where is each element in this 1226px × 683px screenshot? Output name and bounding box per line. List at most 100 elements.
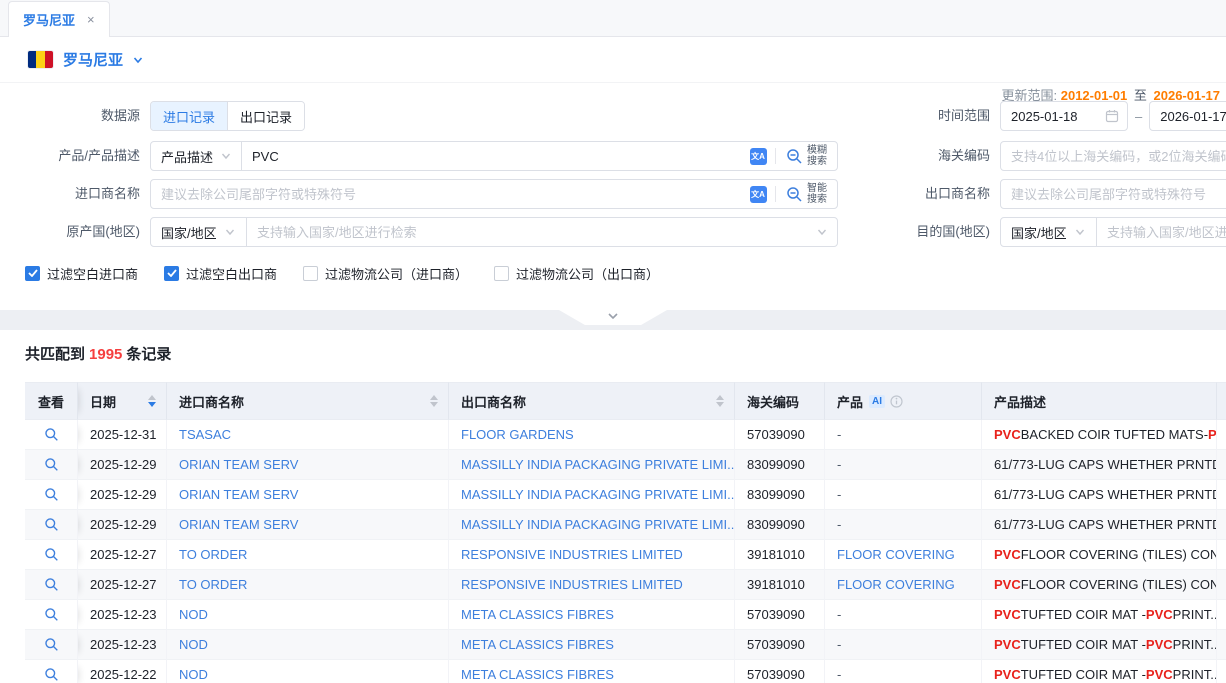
ai-badge: AI — [869, 395, 885, 408]
results-summary: 共匹配到1995条记录 — [25, 343, 1201, 364]
search-icon — [44, 547, 59, 562]
importer-link[interactable]: TSASAC — [167, 420, 449, 450]
row-stub — [1217, 630, 1226, 660]
smart-search-button[interactable]: 智能搜索 — [780, 183, 837, 205]
table-row: 2025-12-29 ORIAN TEAM SERV MASSILLY INDI… — [25, 450, 1226, 480]
tab-romania[interactable]: 罗马尼亚 × — [8, 1, 110, 37]
row-stub — [1217, 540, 1226, 570]
chevron-down-icon[interactable] — [133, 55, 143, 65]
exporter-link[interactable]: RESPONSIVE INDUSTRIES LIMITED — [449, 570, 735, 600]
row-product: - — [825, 450, 982, 480]
tab-bar: 罗马尼亚 × — [0, 0, 1226, 37]
exporter-link[interactable]: MASSILLY INDIA PACKAGING PRIVATE LIMI... — [449, 450, 735, 480]
data-source-export-button[interactable]: 出口记录 — [227, 102, 304, 130]
checkbox-icon — [25, 266, 40, 281]
row-date: 2025-12-22 — [78, 660, 167, 683]
view-details-button[interactable] — [25, 420, 78, 450]
column-header-hs-code: 海关编码 — [735, 382, 825, 420]
destination-country-input[interactable] — [1097, 218, 1226, 246]
results-section: 共匹配到1995条记录 查看 日期 进口商名称 出口商名称 — [0, 330, 1226, 683]
filter-checkbox[interactable]: 过滤空白进口商 — [25, 264, 138, 283]
exporter-link[interactable]: META CLASSICS FIBRES — [449, 660, 735, 683]
view-details-button[interactable] — [25, 450, 78, 480]
checkbox-icon — [164, 266, 179, 281]
fuzzy-search-button[interactable]: 模糊搜索 — [780, 145, 837, 167]
translate-icon[interactable]: 文A — [745, 186, 771, 203]
row-product[interactable]: FLOOR COVERING — [825, 540, 982, 570]
view-details-button[interactable] — [25, 540, 78, 570]
view-details-button[interactable] — [25, 660, 78, 683]
filter-checkbox[interactable]: 过滤空白出口商 — [164, 264, 277, 283]
product-search-input[interactable] — [242, 142, 745, 170]
exporter-link[interactable]: MASSILLY INDIA PACKAGING PRIVATE LIMI... — [449, 510, 735, 540]
checkbox-icon — [303, 266, 318, 281]
info-icon[interactable] — [890, 395, 903, 408]
column-header-exporter[interactable]: 出口商名称 — [449, 382, 735, 420]
calendar-icon[interactable] — [1105, 109, 1127, 123]
importer-link[interactable]: NOD — [167, 630, 449, 660]
product-field: 产品描述 文A 模糊搜索 — [150, 141, 838, 171]
row-product: - — [825, 630, 982, 660]
table-row: 2025-12-23 NOD META CLASSICS FIBRES 5703… — [25, 630, 1226, 660]
view-details-button[interactable] — [25, 480, 78, 510]
filter-checkbox-row: 过滤空白进口商 过滤空白出口商 过滤物流公司（进口商） 过滤物流公司（出口商） — [25, 263, 659, 283]
exporter-link[interactable]: MASSILLY INDIA PACKAGING PRIVATE LIMI... — [449, 480, 735, 510]
view-details-button[interactable] — [25, 600, 78, 630]
product-label: 产品/产品描述 — [0, 141, 140, 171]
importer-link[interactable]: ORIAN TEAM SERV — [167, 510, 449, 540]
row-date: 2025-12-31 — [78, 420, 167, 450]
column-header-importer[interactable]: 进口商名称 — [167, 382, 449, 420]
chevron-down-icon — [606, 310, 620, 322]
importer-name-input[interactable] — [151, 180, 745, 208]
search-icon — [44, 487, 59, 502]
view-details-button[interactable] — [25, 570, 78, 600]
data-source-import-button[interactable]: 进口记录 — [151, 102, 227, 130]
table-row: 2025-12-29 ORIAN TEAM SERV MASSILLY INDI… — [25, 510, 1226, 540]
time-range-end-field — [1149, 101, 1226, 131]
row-description: 61/773-LUG CAPS WHETHER PRNTD... — [982, 450, 1217, 480]
exporter-name-input[interactable] — [1000, 179, 1226, 209]
close-icon[interactable]: × — [87, 12, 95, 27]
exporter-link[interactable]: FLOOR GARDENS — [449, 420, 735, 450]
search-icon — [44, 457, 59, 472]
filter-checkbox[interactable]: 过滤物流公司（出口商） — [494, 264, 659, 283]
importer-link[interactable]: NOD — [167, 660, 449, 683]
row-hs-code: 57039090 — [735, 630, 825, 660]
view-details-button[interactable] — [25, 630, 78, 660]
origin-label: 原产国(地区) — [0, 217, 140, 247]
checkbox-icon — [494, 266, 509, 281]
row-product[interactable]: FLOOR COVERING — [825, 570, 982, 600]
row-stub — [1217, 510, 1226, 540]
table-row: 2025-12-27 TO ORDER RESPONSIVE INDUSTRIE… — [25, 540, 1226, 570]
collapse-filter-button[interactable] — [559, 310, 667, 325]
zoom-out-icon — [786, 186, 803, 203]
column-header-date[interactable]: 日期 — [78, 382, 167, 420]
time-range-end-input[interactable] — [1150, 102, 1226, 130]
exporter-link[interactable]: META CLASSICS FIBRES — [449, 600, 735, 630]
row-description: PVC TUFTED COIR MAT - PVC PRINT... — [982, 660, 1217, 683]
time-range-start-input[interactable] — [1001, 102, 1105, 130]
origin-country-input[interactable] — [247, 218, 817, 246]
exporter-link[interactable]: RESPONSIVE INDUSTRIES LIMITED — [449, 540, 735, 570]
sort-icons — [430, 395, 438, 407]
importer-link[interactable]: ORIAN TEAM SERV — [167, 480, 449, 510]
filter-checkbox[interactable]: 过滤物流公司（进口商） — [303, 264, 468, 283]
row-stub — [1217, 600, 1226, 630]
importer-link[interactable]: TO ORDER — [167, 570, 449, 600]
destination-type-select[interactable]: 国家/地区 — [1001, 218, 1097, 246]
hs-code-input[interactable] — [1000, 141, 1226, 171]
product-type-select[interactable]: 产品描述 — [151, 142, 242, 170]
importer-label: 进口商名称 — [0, 179, 140, 209]
importer-link[interactable]: ORIAN TEAM SERV — [167, 450, 449, 480]
origin-type-select[interactable]: 国家/地区 — [151, 218, 247, 246]
importer-link[interactable]: TO ORDER — [167, 540, 449, 570]
importer-link[interactable]: NOD — [167, 600, 449, 630]
time-range-label: 时间范围 — [880, 101, 990, 131]
view-details-button[interactable] — [25, 510, 78, 540]
row-date: 2025-12-29 — [78, 480, 167, 510]
translate-icon[interactable]: 文A — [745, 148, 771, 165]
column-header-product: 产品 AI — [825, 382, 982, 420]
destination-field: 国家/地区 — [1000, 217, 1226, 247]
chevron-down-icon[interactable] — [817, 227, 827, 237]
exporter-link[interactable]: META CLASSICS FIBRES — [449, 630, 735, 660]
